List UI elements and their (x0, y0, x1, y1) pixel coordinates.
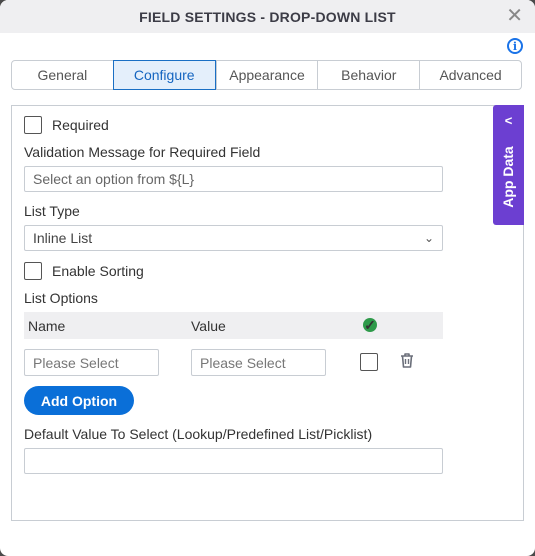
app-data-toggle[interactable]: < App Data (493, 105, 524, 225)
option-name-placeholder: Please Select (33, 354, 119, 371)
option-default-checkbox[interactable] (360, 353, 378, 371)
list-type-value: Inline List (33, 230, 93, 246)
required-checkbox[interactable] (24, 116, 42, 134)
tab-general[interactable]: General (12, 61, 113, 89)
validation-message-placeholder: Select an option from ${L} (33, 171, 195, 187)
add-option-button[interactable]: Add Option (24, 386, 134, 415)
app-data-label: App Data (500, 146, 516, 208)
list-type-label: List Type (24, 203, 80, 219)
required-label: Required (52, 117, 109, 133)
column-value: Value (191, 318, 226, 334)
chevron-left-icon: < (504, 113, 513, 128)
option-value-input[interactable]: Please Select (191, 349, 326, 376)
tab-advanced[interactable]: Advanced (419, 61, 521, 89)
title-bar: FIELD SETTINGS - DROP-DOWN LIST ✕ (0, 0, 535, 33)
tab-bar: General Configure Appearance Behavior Ad… (11, 60, 522, 90)
default-value-label: Default Value To Select (Lookup/Predefin… (24, 426, 373, 442)
enable-sorting-checkbox[interactable] (24, 262, 42, 280)
column-name: Name (28, 318, 66, 334)
required-row: Required (24, 116, 109, 139)
chevron-down-icon: ⌄ (423, 231, 434, 245)
list-options-header: Name Value ✓ (24, 312, 443, 339)
option-value-placeholder: Please Select (200, 354, 286, 371)
check-circle-icon: ✓ (363, 316, 377, 333)
tab-behavior[interactable]: Behavior (317, 61, 419, 89)
validation-message-input[interactable]: Select an option from ${L} (24, 166, 443, 192)
field-settings-dialog: FIELD SETTINGS - DROP-DOWN LIST ✕ i Gene… (0, 0, 535, 556)
enable-sorting-row: Enable Sorting (24, 262, 144, 285)
option-name-input[interactable]: Please Select (24, 349, 159, 376)
validation-message-label: Validation Message for Required Field (24, 144, 261, 160)
enable-sorting-label: Enable Sorting (52, 263, 144, 279)
info-icon[interactable]: i (507, 38, 523, 54)
dialog-title: FIELD SETTINGS - DROP-DOWN LIST (139, 8, 396, 25)
trash-icon[interactable] (399, 352, 415, 369)
list-options-label: List Options (24, 290, 98, 306)
tab-configure[interactable]: Configure (112, 60, 216, 90)
default-value-input[interactable] (24, 448, 443, 474)
close-icon[interactable]: ✕ (506, 6, 523, 26)
list-type-select[interactable]: Inline List ⌄ (24, 225, 443, 251)
tab-appearance[interactable]: Appearance (215, 61, 318, 89)
